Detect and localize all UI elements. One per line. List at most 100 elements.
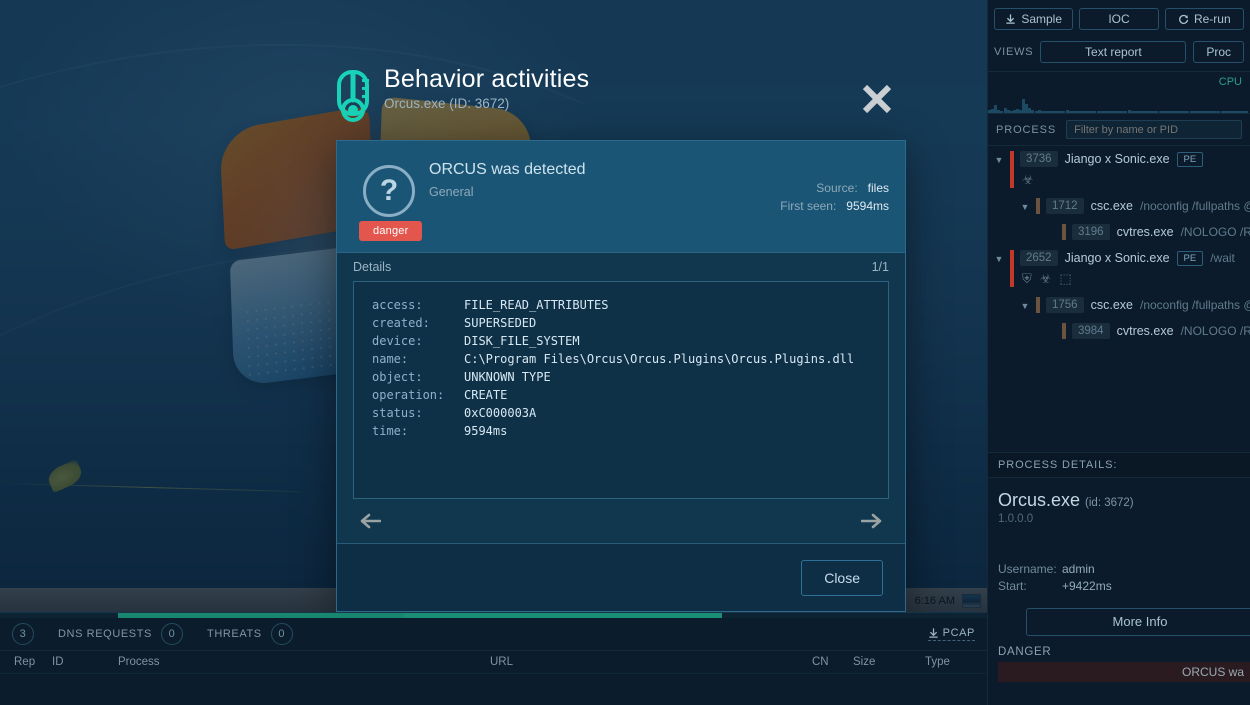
detail-value: SUPERSEDED bbox=[464, 316, 537, 330]
views-row: VIEWS Text report Proc bbox=[988, 38, 1250, 72]
process-args: /NOLOGO /READO bbox=[1180, 324, 1250, 338]
detail-key: status: bbox=[372, 406, 423, 420]
start-row: Start: +9422ms bbox=[998, 578, 1240, 595]
process-body: 3736 Jiango x Sonic.exe PE ☣ bbox=[1014, 151, 1250, 188]
detail-value: CREATE bbox=[464, 388, 508, 402]
download-icon bbox=[1006, 13, 1016, 24]
page-title: Behavior activities bbox=[384, 65, 590, 93]
danger-section-label: DANGER bbox=[998, 645, 1052, 658]
chevron-down-icon[interactable]: ▼ bbox=[988, 151, 1010, 165]
status-badge: danger bbox=[359, 221, 423, 241]
right-sidebar: Sample IOC Re-run VIEWS Text report Proc… bbox=[987, 0, 1250, 705]
pe-tag: PE bbox=[1176, 250, 1204, 266]
process-row[interactable]: ▼ 2652 Jiango x Sonic.exe PE/wait ⛨ ☣ ⬚ bbox=[988, 245, 1250, 292]
network-panel: 3 DNS REQUESTS 0 THREATS 0 PCAP Rep ID P… bbox=[0, 612, 987, 705]
process-row[interactable]: 3196 cvtres.exe/NOLOGO /READONL bbox=[1040, 219, 1250, 245]
tab-threats[interactable]: THREATS 0 bbox=[195, 618, 305, 651]
views-label: VIEWS bbox=[994, 46, 1034, 58]
ioc-button[interactable]: IOC bbox=[1079, 8, 1159, 30]
arrow-left-icon[interactable] bbox=[359, 513, 381, 529]
pcap-label: PCAP bbox=[942, 627, 975, 639]
arrow-right-icon[interactable] bbox=[861, 513, 883, 529]
alert-summary: ? ORCUS was detected General danger Sour… bbox=[337, 141, 905, 253]
sidebar-action-buttons: Sample IOC Re-run bbox=[988, 0, 1250, 38]
process-row[interactable]: ▼ 1712 csc.exe/noconfig /fullpaths @"C:\U bbox=[1014, 193, 1250, 219]
close-button[interactable]: Close bbox=[801, 559, 883, 596]
process-row[interactable]: ▼ 1756 csc.exe/noconfig /fullpaths @"C bbox=[1014, 292, 1250, 318]
start-value: +9422ms bbox=[1062, 579, 1112, 594]
detail-row: time: 9594ms bbox=[372, 422, 854, 440]
detail-key: created: bbox=[372, 316, 430, 330]
rep-count: 3 bbox=[12, 623, 34, 645]
more-info-button[interactable]: More Info bbox=[1026, 607, 1250, 636]
source-row: Source: files bbox=[780, 179, 889, 197]
tab-dns-requests[interactable]: DNS REQUESTS 0 bbox=[46, 618, 195, 651]
detail-row: status: 0xC000003A bbox=[372, 404, 854, 422]
detail-value: DISK_FILE_SYSTEM bbox=[464, 334, 580, 348]
detail-key: name: bbox=[372, 352, 409, 366]
chevron-down-icon[interactable]: ▼ bbox=[988, 250, 1010, 264]
page-subtitle: Orcus.exe (ID: 3672) bbox=[384, 96, 510, 112]
process-pid: 3984 bbox=[1072, 323, 1110, 339]
detail-value: 0xC000003A bbox=[464, 406, 537, 420]
process-filter-row: PROCESS bbox=[988, 114, 1250, 146]
process-pid: 3736 bbox=[1020, 151, 1058, 167]
view-text-report[interactable]: Text report bbox=[1040, 41, 1187, 63]
process-line: 1756 csc.exe/noconfig /fullpaths @"C bbox=[1046, 297, 1250, 313]
process-body: 1756 csc.exe/noconfig /fullpaths @"C bbox=[1040, 297, 1250, 313]
process-body: 3984 cvtres.exe/NOLOGO /READO bbox=[1066, 323, 1250, 339]
pe-tag: PE bbox=[1176, 151, 1204, 167]
view-process[interactable]: Proc bbox=[1193, 41, 1244, 63]
biohazard-icon: ☣ bbox=[1022, 172, 1034, 187]
col-url: URL bbox=[490, 656, 514, 668]
rerun-label: Re-run bbox=[1193, 12, 1231, 26]
process-exe-name: cvtres.exe bbox=[1116, 225, 1174, 239]
process-exe-name: Jiango x Sonic.exe bbox=[1064, 152, 1170, 166]
process-attributes: Username: admin Start: +9422ms bbox=[998, 561, 1240, 596]
pcap-download-button[interactable]: PCAP bbox=[927, 627, 975, 641]
alert-title: ORCUS was detected bbox=[429, 161, 586, 178]
rerun-button[interactable]: Re-run bbox=[1164, 8, 1244, 30]
process-tree[interactable]: ▼ 3736 Jiango x Sonic.exe PE ☣ ▼ 1712 csc.exe/n… bbox=[988, 146, 1250, 452]
process-args: /noconfig /fullpaths @"C bbox=[1139, 298, 1250, 312]
cpu-graph bbox=[988, 88, 1250, 114]
chevron-down-icon[interactable]: ▼ bbox=[1014, 198, 1036, 212]
behavior-activity-modal: ? ORCUS was detected General danger Sour… bbox=[336, 140, 906, 612]
process-details: Orcus.exe (id: 3672) 1.0.0.0 Username: ad… bbox=[988, 478, 1250, 636]
process-pid: 1712 bbox=[1046, 198, 1084, 214]
detail-row: access: FILE_READ_ATTRIBUTES bbox=[372, 296, 854, 314]
details-table: access: FILE_READ_ATTRIBUTES created: SUPER… bbox=[372, 296, 854, 440]
process-body: 1712 csc.exe/noconfig /fullpaths @"C:\U bbox=[1040, 198, 1250, 214]
refresh-icon bbox=[1179, 14, 1189, 24]
chevron-down-icon[interactable]: ▼ bbox=[1014, 297, 1036, 311]
process-args: /NOLOGO /READONL bbox=[1180, 225, 1250, 239]
process-icon-row: ⛨ ☣ ⬚ bbox=[1020, 266, 1250, 287]
process-line: 3736 Jiango x Sonic.exe PE bbox=[1020, 151, 1250, 167]
detail-key: time: bbox=[372, 424, 409, 438]
detail-row: device: DISK_FILE_SYSTEM bbox=[372, 332, 854, 350]
process-row[interactable]: 3984 cvtres.exe/NOLOGO /READO bbox=[1040, 318, 1250, 344]
detail-key: operation: bbox=[372, 388, 445, 402]
threats-count: 0 bbox=[270, 623, 293, 645]
tab-http-requests[interactable]: 3 bbox=[0, 618, 46, 651]
process-args: /wait bbox=[1210, 251, 1235, 265]
process-line: 3196 cvtres.exe/NOLOGO /READONL bbox=[1072, 224, 1250, 240]
first-seen-value: 9594ms bbox=[846, 199, 889, 213]
details-bar: Details 1/1 bbox=[337, 253, 905, 281]
sample-button[interactable]: Sample bbox=[994, 8, 1074, 30]
process-filter-input[interactable] bbox=[1066, 120, 1242, 139]
modal-footer: Close bbox=[337, 543, 905, 611]
source-value: files bbox=[867, 181, 889, 195]
danger-item[interactable]: ORCUS wa bbox=[998, 661, 1250, 682]
download-icon bbox=[928, 627, 938, 638]
detail-row: object: UNKNOWN TYPE bbox=[372, 368, 854, 386]
detail-value: FILE_READ_ATTRIBUTES bbox=[464, 298, 609, 312]
close-icon[interactable] bbox=[860, 82, 894, 116]
process-row[interactable]: ▼ 3736 Jiango x Sonic.exe PE ☣ bbox=[988, 146, 1250, 193]
detail-row: name: C:\Program Files\Orcus\Orcus.Plugin… bbox=[372, 350, 854, 368]
process-exe-name: csc.exe bbox=[1090, 298, 1133, 312]
process-name-text: Orcus.exe bbox=[998, 490, 1081, 510]
col-id: ID bbox=[52, 656, 64, 668]
modal-header: Behavior activities Orcus.exe (ID: 3672) bbox=[336, 62, 906, 138]
details-label: Details bbox=[353, 260, 392, 274]
